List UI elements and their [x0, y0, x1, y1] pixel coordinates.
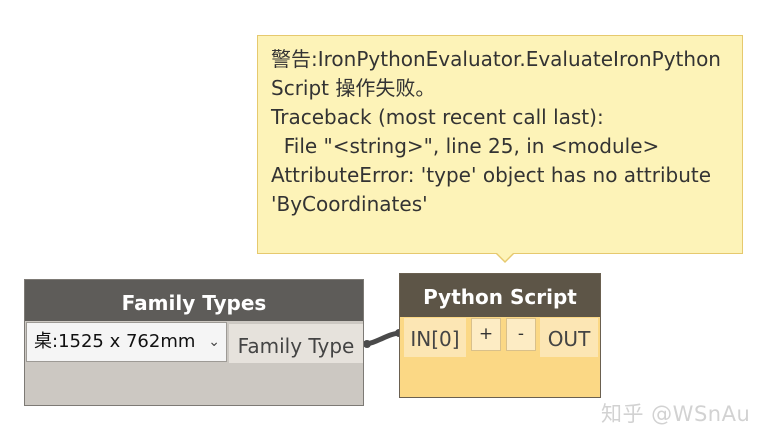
dropdown-selected-value: 桌:1525 x 762mm	[34, 331, 196, 352]
port-row: IN[0] + - OUT	[400, 318, 600, 357]
chevron-down-icon[interactable]: ⌄	[208, 323, 220, 361]
warning-bubble: 警告:IronPythonEvaluator.EvaluateIronPytho…	[257, 35, 743, 254]
output-port-out[interactable]: OUT	[540, 318, 598, 357]
node-title[interactable]: Python Script	[400, 274, 600, 317]
family-type-dropdown[interactable]: 桌:1525 x 762mm ⌄	[26, 322, 227, 362]
remove-input-button[interactable]: -	[506, 318, 536, 351]
node-title[interactable]: Family Types	[25, 280, 363, 321]
family-types-node[interactable]: Family Types 桌:1525 x 762mm ⌄ Family Typ…	[24, 279, 364, 406]
warning-text: 警告:IronPythonEvaluator.EvaluateIronPytho…	[271, 47, 721, 216]
add-input-button[interactable]: +	[471, 318, 501, 351]
watermark: 知乎 @WSnAu	[601, 402, 751, 426]
python-script-node[interactable]: Python Script IN[0] + - OUT	[399, 273, 601, 398]
output-port-family-type[interactable]: Family Type	[229, 324, 363, 363]
warning-pointer	[495, 252, 515, 263]
input-port-in0[interactable]: IN[0]	[404, 318, 466, 357]
